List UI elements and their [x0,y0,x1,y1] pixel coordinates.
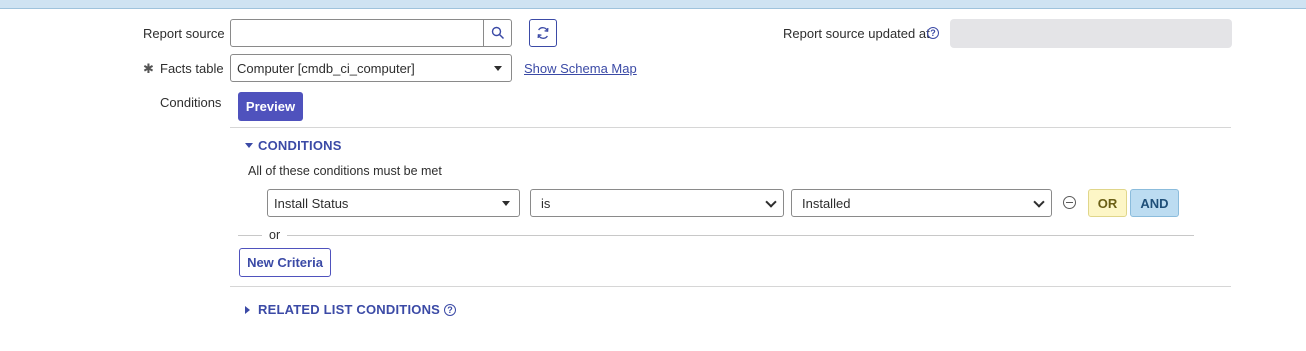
help-icon[interactable]: ? [444,304,456,316]
condition-value-select[interactable]: Installed [791,189,1052,217]
facts-table-select[interactable]: Computer [cmdb_ci_computer] [230,54,512,82]
required-marker: ✱ [143,61,154,76]
caret-down-icon [494,66,502,71]
condition-field-value: Install Status [274,195,349,211]
report-source-input[interactable] [230,19,484,47]
search-icon [491,26,504,40]
and-button[interactable]: AND [1130,189,1179,217]
report-source-updated-field [950,19,1232,48]
refresh-icon [537,27,549,39]
expand-triangle-icon[interactable] [245,306,250,314]
new-criteria-button[interactable]: New Criteria [239,248,331,277]
or-button[interactable]: OR [1088,189,1127,217]
conditions-section-title[interactable]: CONDITIONS [258,138,342,153]
facts-table-value: Computer [cmdb_ci_computer] [237,60,415,76]
show-schema-map-link[interactable]: Show Schema Map [524,61,637,76]
condition-operator-value: is [541,195,551,211]
condition-value-value: Installed [802,195,851,211]
help-icon[interactable]: ? [927,27,939,39]
caret-down-icon [502,201,510,206]
divider [230,286,1231,287]
chevron-down-icon [1033,196,1045,208]
related-list-conditions-title[interactable]: RELATED LIST CONDITIONS [258,302,440,317]
remove-condition-icon[interactable] [1063,196,1076,209]
facts-table-label: Facts table [160,61,224,76]
report-source-search-button[interactable] [483,19,512,47]
or-divider-label: or [269,228,281,242]
top-banner [0,0,1306,9]
report-source-label: Report source [143,26,225,41]
refresh-button[interactable] [529,19,557,47]
divider [230,127,1231,128]
conditions-description: All of these conditions must be met [248,164,442,178]
report-source-updated-label: Report source updated at [783,26,930,41]
chevron-down-icon [765,196,777,208]
condition-field-select[interactable]: Install Status [267,189,520,217]
or-divider-right [287,235,1194,236]
condition-operator-select[interactable]: is [530,189,784,217]
collapse-triangle-icon[interactable] [245,143,253,148]
or-divider-left [238,235,262,236]
preview-button[interactable]: Preview [238,92,303,121]
conditions-label: Conditions [160,95,222,110]
